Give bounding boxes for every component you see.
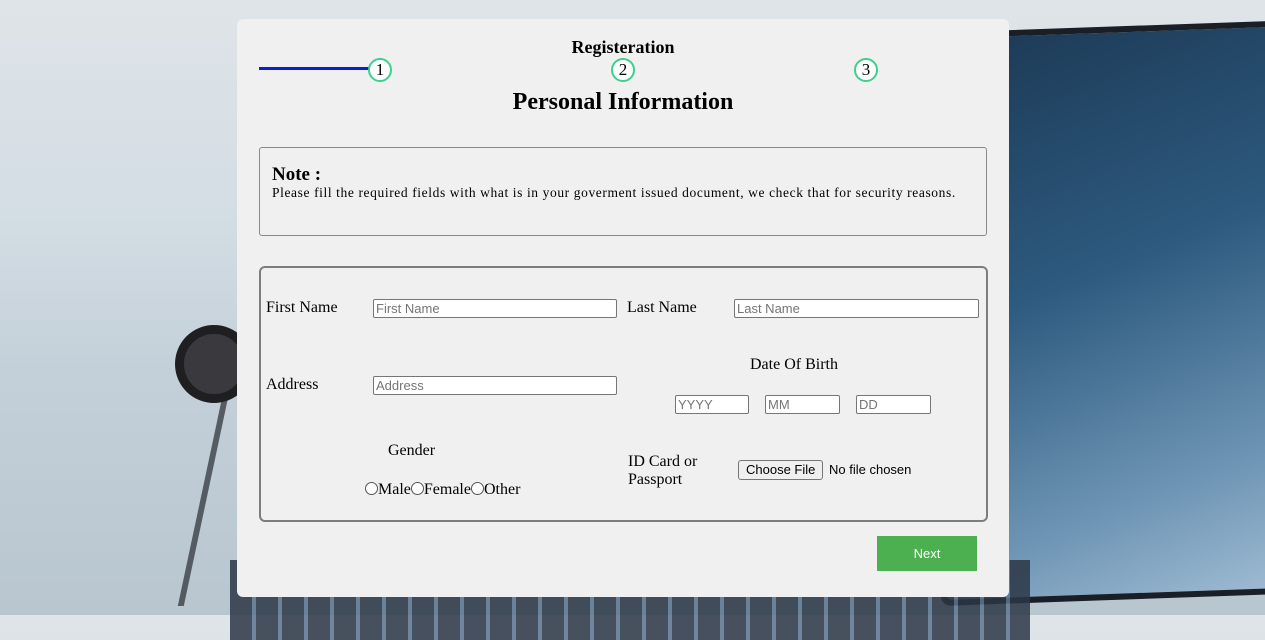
- id-document-label: ID Card or Passport: [628, 453, 698, 488]
- form-title: Registeration: [571, 37, 675, 57]
- gender-radio-group: Male Female Other: [365, 481, 520, 499]
- gender-other-label[interactable]: Other: [484, 481, 520, 498]
- dob-year-input[interactable]: [675, 395, 749, 414]
- address-input[interactable]: [373, 376, 617, 395]
- dob-month-input[interactable]: [765, 395, 840, 414]
- dob-day-input[interactable]: [856, 395, 931, 414]
- gender-other-radio[interactable]: [470, 482, 484, 495]
- progress-bar: [259, 67, 369, 70]
- personal-info-fieldset: First Name Last Name Address Date Of Bir…: [259, 266, 988, 522]
- registration-card: Registeration 1 2 3 Personal Information…: [237, 19, 1009, 597]
- gender-label: Gender: [388, 442, 436, 459]
- first-name-input[interactable]: [373, 299, 617, 318]
- note-text: Please fill the required fields with wha…: [272, 185, 956, 200]
- choose-file-button[interactable]: Choose File: [738, 460, 824, 480]
- step-indicator-1: 1: [368, 58, 392, 82]
- last-name-label: Last Name: [627, 299, 697, 316]
- gender-male-radio[interactable]: [365, 482, 378, 495]
- step-indicator-3: 3: [854, 58, 878, 82]
- gender-male-label[interactable]: Male: [378, 481, 411, 498]
- section-title: Personal Information: [512, 89, 734, 115]
- note-box: Note : Please fill the required fields w…: [259, 147, 987, 236]
- address-label: Address: [266, 376, 319, 393]
- step-indicator-2: 2: [611, 58, 635, 82]
- note-heading: Note :: [272, 164, 322, 185]
- gender-female-label[interactable]: Female: [424, 481, 471, 498]
- next-button[interactable]: Next: [877, 536, 977, 571]
- date-of-birth-label: Date Of Birth: [750, 356, 838, 373]
- file-status-text: No file chosen: [829, 462, 912, 477]
- gender-female-radio[interactable]: [410, 482, 424, 495]
- first-name-label: First Name: [266, 299, 338, 316]
- last-name-input[interactable]: [734, 299, 979, 318]
